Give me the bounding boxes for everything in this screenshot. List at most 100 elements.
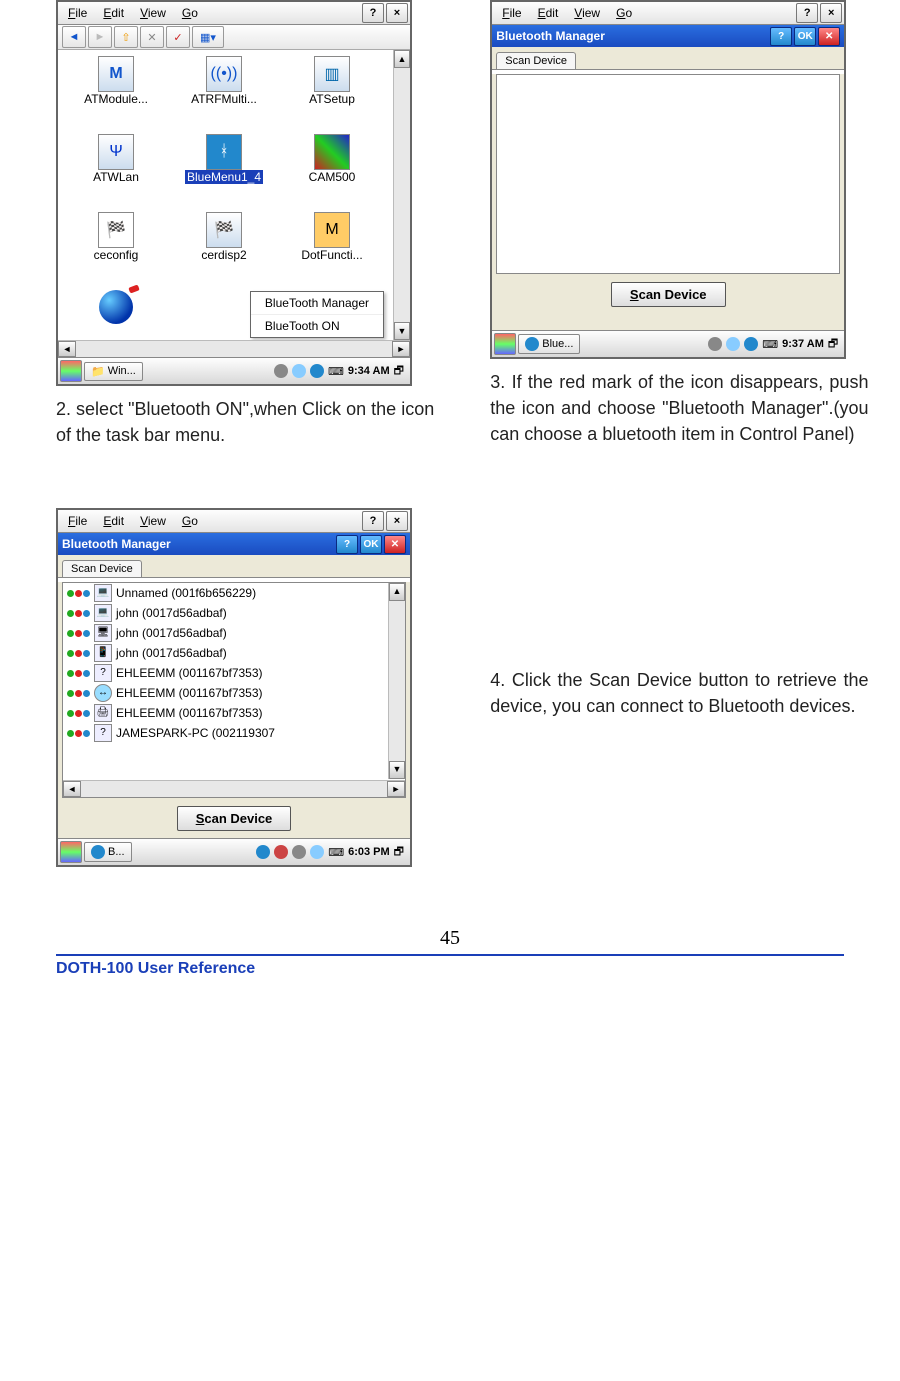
- list-vertical-scrollbar[interactable]: ▲▼: [388, 583, 405, 779]
- close-button[interactable]: ✕: [384, 535, 406, 554]
- app-icon[interactable]: 🏁: [98, 212, 134, 248]
- tray-icon[interactable]: [708, 337, 722, 351]
- menu-bar: File Edit View Go ? ×: [58, 510, 410, 533]
- start-button[interactable]: [60, 841, 82, 863]
- app-icon[interactable]: Ψ: [98, 134, 134, 170]
- clock: 6:03 PM: [348, 846, 390, 858]
- keyboard-icon[interactable]: ⌨: [762, 338, 778, 351]
- start-button[interactable]: [494, 333, 516, 355]
- system-tray[interactable]: ⌨ 9:37 AM 🗗: [704, 335, 842, 354]
- device-item[interactable]: 🖨EHLEEMM (001167bf7353): [63, 703, 389, 723]
- close-icon[interactable]: ×: [386, 3, 408, 23]
- desktop-icon[interactable]: 🗗: [394, 843, 404, 862]
- desktop-icon[interactable]: 🗗: [828, 335, 838, 354]
- help-icon[interactable]: ?: [362, 511, 384, 531]
- bluetooth-tray-icon[interactable]: [744, 337, 758, 351]
- scroll-right-icon[interactable]: ►: [392, 341, 410, 357]
- horizontal-scrollbar[interactable]: ◄►: [58, 340, 410, 357]
- ok-button[interactable]: OK: [794, 27, 816, 46]
- globe-icon[interactable]: [99, 290, 133, 324]
- bluetooth-tray-icon[interactable]: [310, 364, 324, 378]
- list-horizontal-scrollbar[interactable]: ◄►: [63, 780, 405, 797]
- tab-strip: Scan Device: [58, 555, 410, 578]
- menu-edit[interactable]: Edit: [95, 512, 132, 530]
- bluetooth-icon[interactable]: ᚼ: [206, 134, 242, 170]
- up-icon[interactable]: ⇧: [114, 26, 138, 48]
- context-menu-item[interactable]: BlueTooth ON: [251, 315, 383, 337]
- scan-device-button[interactable]: Scan Device: [177, 806, 292, 831]
- tray-icon[interactable]: [274, 364, 288, 378]
- scroll-down-icon[interactable]: ▼: [394, 322, 410, 340]
- menu-view[interactable]: View: [132, 512, 174, 530]
- device-list[interactable]: 💻Unnamed (001f6b656229) 💻john (0017d56ad…: [62, 582, 406, 798]
- back-icon[interactable]: ◄: [62, 26, 86, 48]
- help-icon[interactable]: ?: [362, 3, 384, 23]
- scroll-down-icon[interactable]: ▼: [389, 761, 405, 779]
- menu-file[interactable]: File: [494, 4, 529, 22]
- app-icon[interactable]: M: [98, 56, 134, 92]
- device-type-icon: 📱: [94, 644, 112, 662]
- scroll-left-icon[interactable]: ◄: [58, 341, 76, 357]
- file-list[interactable]: MATModule... ((•))ATRFMulti... ▥ATSetup …: [58, 50, 410, 340]
- help-button[interactable]: ?: [770, 27, 792, 46]
- context-menu[interactable]: BlueTooth Manager BlueTooth ON: [250, 291, 384, 338]
- bluetooth-tray-icon[interactable]: [256, 845, 270, 859]
- menu-view[interactable]: View: [132, 4, 174, 22]
- close-button[interactable]: ✕: [818, 27, 840, 46]
- tray-icon[interactable]: [310, 845, 324, 859]
- tray-icon[interactable]: [726, 337, 740, 351]
- help-button[interactable]: ?: [336, 535, 358, 554]
- menu-file[interactable]: File: [60, 512, 95, 530]
- taskbar-button[interactable]: B...: [84, 842, 132, 862]
- ok-button[interactable]: OK: [360, 535, 382, 554]
- app-icon[interactable]: ((•)): [206, 56, 242, 92]
- context-menu-item[interactable]: BlueTooth Manager: [251, 292, 383, 315]
- device-item[interactable]: 💻john (0017d56adbaf): [63, 603, 389, 623]
- menu-edit[interactable]: Edit: [95, 4, 132, 22]
- tab-scan-device[interactable]: Scan Device: [62, 560, 142, 577]
- tray-icon[interactable]: [274, 845, 288, 859]
- check-icon[interactable]: ✓: [166, 26, 190, 48]
- device-item[interactable]: 💻Unnamed (001f6b656229): [63, 583, 389, 603]
- menu-go[interactable]: Go: [174, 512, 206, 530]
- system-tray[interactable]: ⌨ 6:03 PM 🗗: [252, 843, 408, 862]
- close-icon[interactable]: ×: [820, 3, 842, 23]
- scroll-up-icon[interactable]: ▲: [389, 583, 405, 601]
- app-icon[interactable]: M: [314, 212, 350, 248]
- app-icon[interactable]: 🏁: [206, 212, 242, 248]
- app-icon[interactable]: ▥: [314, 56, 350, 92]
- help-icon[interactable]: ?: [796, 3, 818, 23]
- taskbar-button[interactable]: Blue...: [518, 334, 580, 354]
- device-item[interactable]: ?EHLEEMM (001167bf7353): [63, 663, 389, 683]
- device-item[interactable]: ↔EHLEEMM (001167bf7353): [63, 683, 389, 703]
- device-item[interactable]: ?JAMESPARK-PC (002119307: [63, 723, 389, 743]
- dialog-title: Bluetooth Manager: [496, 29, 768, 43]
- menu-go[interactable]: Go: [174, 4, 206, 22]
- menu-go[interactable]: Go: [608, 4, 640, 22]
- delete-icon[interactable]: ✕: [140, 26, 164, 48]
- menu-view[interactable]: View: [566, 4, 608, 22]
- taskbar-button[interactable]: 📁 Win...: [84, 362, 143, 381]
- app-icon[interactable]: [314, 134, 350, 170]
- start-button[interactable]: [60, 360, 82, 382]
- device-item[interactable]: 🖥john (0017d56adbaf): [63, 623, 389, 643]
- menu-edit[interactable]: Edit: [530, 4, 567, 22]
- close-icon[interactable]: ×: [386, 511, 408, 531]
- device-item[interactable]: 📱john (0017d56adbaf): [63, 643, 389, 663]
- footer-text: DOTH-100 User Reference: [0, 956, 900, 994]
- tab-scan-device[interactable]: Scan Device: [496, 52, 576, 69]
- scroll-up-icon[interactable]: ▲: [394, 50, 410, 68]
- device-type-icon: 💻: [94, 584, 112, 602]
- keyboard-icon[interactable]: ⌨: [328, 365, 344, 378]
- scroll-left-icon[interactable]: ◄: [63, 781, 81, 797]
- menu-file[interactable]: File: [60, 4, 95, 22]
- tray-icon[interactable]: [292, 364, 306, 378]
- scroll-right-icon[interactable]: ►: [387, 781, 405, 797]
- scan-device-button[interactable]: Scan Device: [611, 282, 726, 307]
- system-tray[interactable]: ⌨ 9:34 AM 🗗: [270, 362, 408, 381]
- keyboard-icon[interactable]: ⌨: [328, 846, 344, 859]
- tray-icon[interactable]: [292, 845, 306, 859]
- desktop-icon[interactable]: 🗗: [394, 362, 404, 381]
- view-mode-icon[interactable]: ▦▾: [192, 26, 224, 48]
- vertical-scrollbar[interactable]: ▲▼: [393, 50, 410, 340]
